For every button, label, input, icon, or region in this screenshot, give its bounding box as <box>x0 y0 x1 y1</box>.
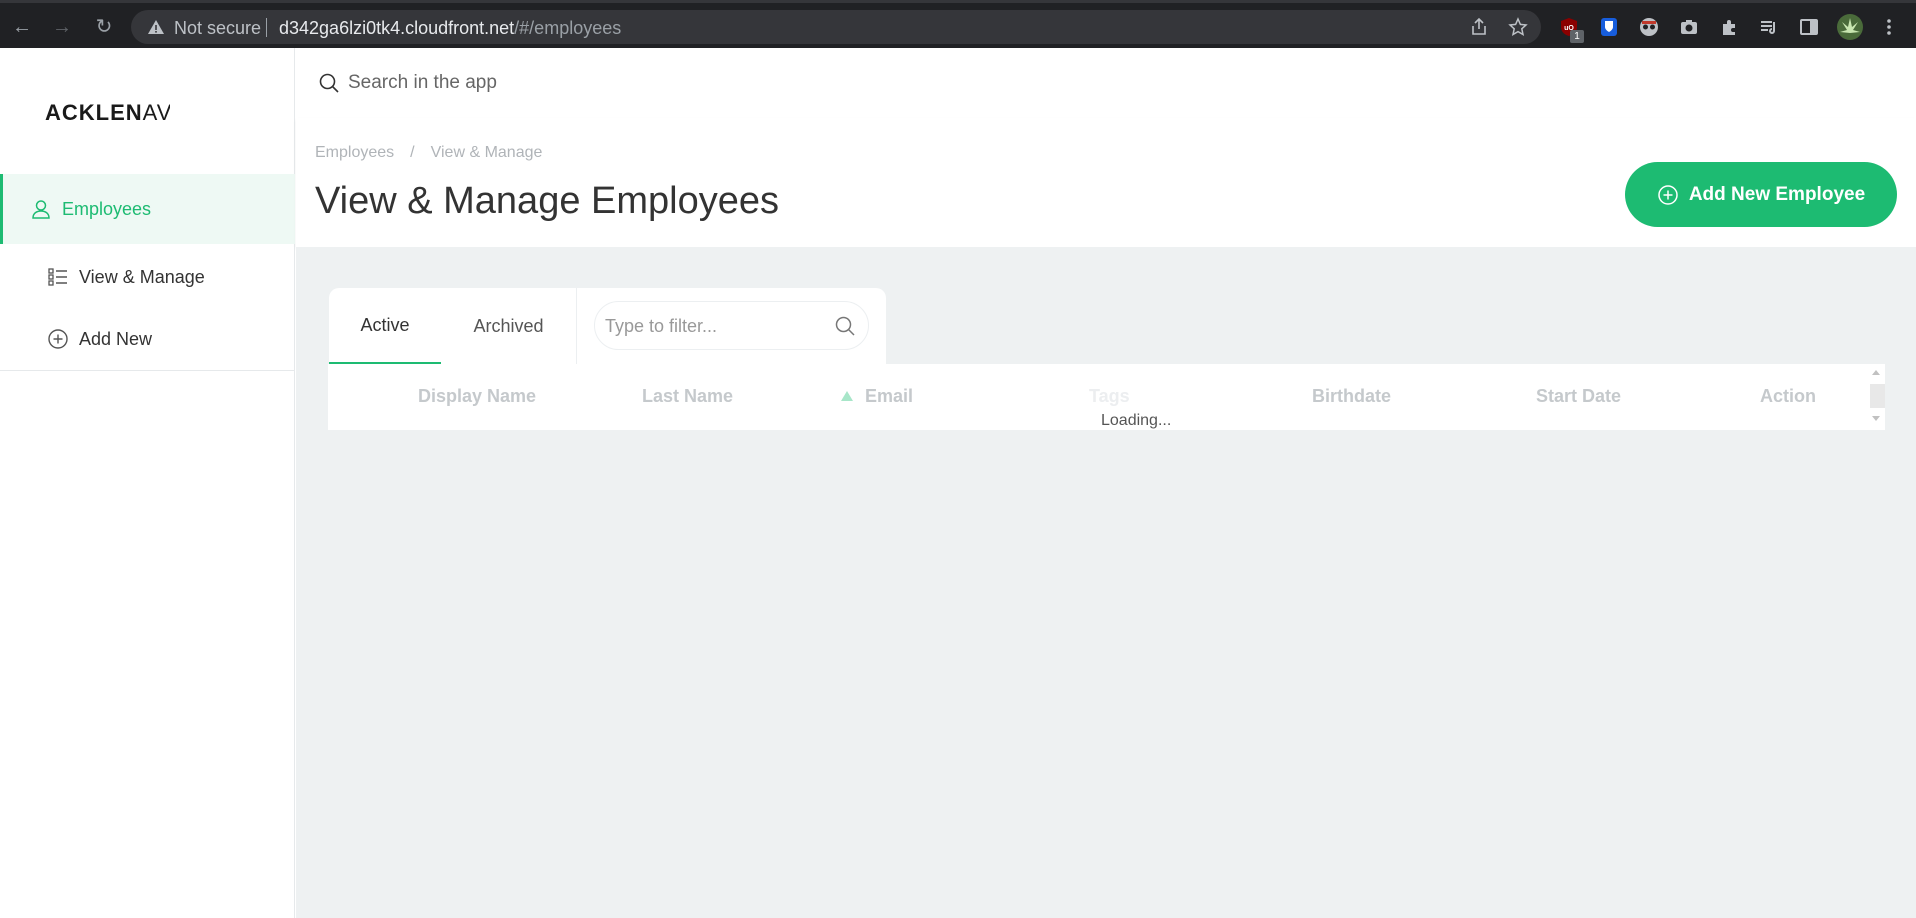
breadcrumb-view-manage: View & Manage <box>430 144 543 161</box>
logo[interactable]: ACKLENAV <box>45 100 170 126</box>
sidebar-item-label: View & Manage <box>79 266 205 287</box>
breadcrumb-employees[interactable]: Employees <box>315 144 394 162</box>
breadcrumb: Employees / View & Manage <box>315 144 542 162</box>
logo-bold: ACKLEN <box>45 100 143 125</box>
tab-card: Active Archived <box>329 288 886 364</box>
page-title: View & Manage Employees <box>315 180 779 222</box>
employees-table: Display Name Last Name Email Tags Birthd… <box>328 364 1885 430</box>
content-area: Active Archived Display Name Last Name E… <box>296 247 1916 918</box>
browser-toolbar: ← → ↻ Not secure d342ga6lzi0tk4.cloudfro… <box>0 0 1916 48</box>
profile-avatar[interactable] <box>1836 13 1864 41</box>
column-header-email[interactable]: Email <box>865 386 913 407</box>
security-label[interactable]: Not secure <box>174 18 261 39</box>
column-header-tags[interactable]: Tags <box>1089 386 1130 407</box>
column-header-action: Action <box>1760 386 1816 406</box>
filter-field <box>594 301 869 350</box>
side-panel-icon[interactable] <box>1798 16 1820 38</box>
sidebar-divider <box>0 370 295 371</box>
filter-input[interactable] <box>605 312 825 340</box>
media-queue-icon[interactable] <box>1758 16 1780 38</box>
column-header-birthdate[interactable]: Birthdate <box>1312 386 1391 407</box>
sidebar-item-label: Employees <box>62 198 152 219</box>
user-icon <box>32 200 50 219</box>
list-icon <box>48 268 67 286</box>
tab-divider <box>576 288 577 364</box>
scroll-down-arrow-icon[interactable] <box>1872 416 1880 421</box>
share-icon[interactable] <box>1469 17 1489 37</box>
loading-indicator: Loading... <box>1101 412 1172 429</box>
url-host: d342ga6lzi0tk4.cloudfront.net <box>279 18 515 38</box>
url-path: /#/employees <box>514 18 622 38</box>
bitwarden-icon[interactable] <box>1598 16 1620 38</box>
sidebar: ACKLENAV Employees View & Manage Add New <box>0 48 295 918</box>
plus-circle-icon <box>48 329 68 349</box>
breadcrumb-separator: / <box>410 144 415 161</box>
bookmark-star-icon[interactable] <box>1508 17 1528 37</box>
add-new-employee-button[interactable]: Add New Employee <box>1625 162 1897 227</box>
reload-icon[interactable]: ↻ <box>92 15 116 39</box>
page-header: Employees / View & Manage View & Manage … <box>296 118 1916 247</box>
back-icon[interactable]: ← <box>10 15 34 39</box>
warning-icon <box>148 20 164 34</box>
search-icon[interactable] <box>834 315 856 337</box>
sidebar-item-label: Add New <box>79 328 153 349</box>
logo-light: AV <box>142 100 170 125</box>
column-header-last-name[interactable]: Last Name <box>642 386 733 407</box>
divider <box>266 18 267 37</box>
column-header-start-date[interactable]: Start Date <box>1536 386 1621 407</box>
sidebar-item-view-manage[interactable]: View & Manage <box>0 242 295 312</box>
extensions-puzzle-icon[interactable] <box>1718 16 1740 38</box>
search-icon <box>319 73 339 93</box>
add-button-label: Add New Employee <box>1688 183 1866 205</box>
address-bar[interactable]: Not secure d342ga6lzi0tk4.cloudfront.net… <box>131 10 1541 44</box>
scroll-up-arrow-icon[interactable] <box>1872 370 1880 375</box>
forward-icon[interactable]: → <box>50 15 74 39</box>
menu-kebab-icon[interactable] <box>1878 16 1900 38</box>
extension-badge: 1 <box>1570 30 1584 43</box>
sort-ascending-icon[interactable] <box>841 391 853 401</box>
sidebar-item-add-new[interactable]: Add New <box>0 304 295 374</box>
url-text[interactable]: d342ga6lzi0tk4.cloudfront.net/#/employee… <box>279 18 621 39</box>
spy-icon[interactable] <box>1638 16 1660 38</box>
scroll-thumb[interactable] <box>1870 384 1885 408</box>
app-search-bar <box>296 48 1916 118</box>
plus-circle-icon <box>1658 184 1678 205</box>
tab-active[interactable]: Active <box>329 288 441 364</box>
table-scrollbar[interactable] <box>1868 364 1885 430</box>
app-search-input[interactable] <box>348 67 848 99</box>
column-header-display-name[interactable]: Display Name <box>418 386 536 407</box>
sidebar-item-employees[interactable]: Employees <box>0 174 295 244</box>
tab-archived[interactable]: Archived <box>441 288 576 364</box>
camera-icon[interactable] <box>1678 16 1700 38</box>
